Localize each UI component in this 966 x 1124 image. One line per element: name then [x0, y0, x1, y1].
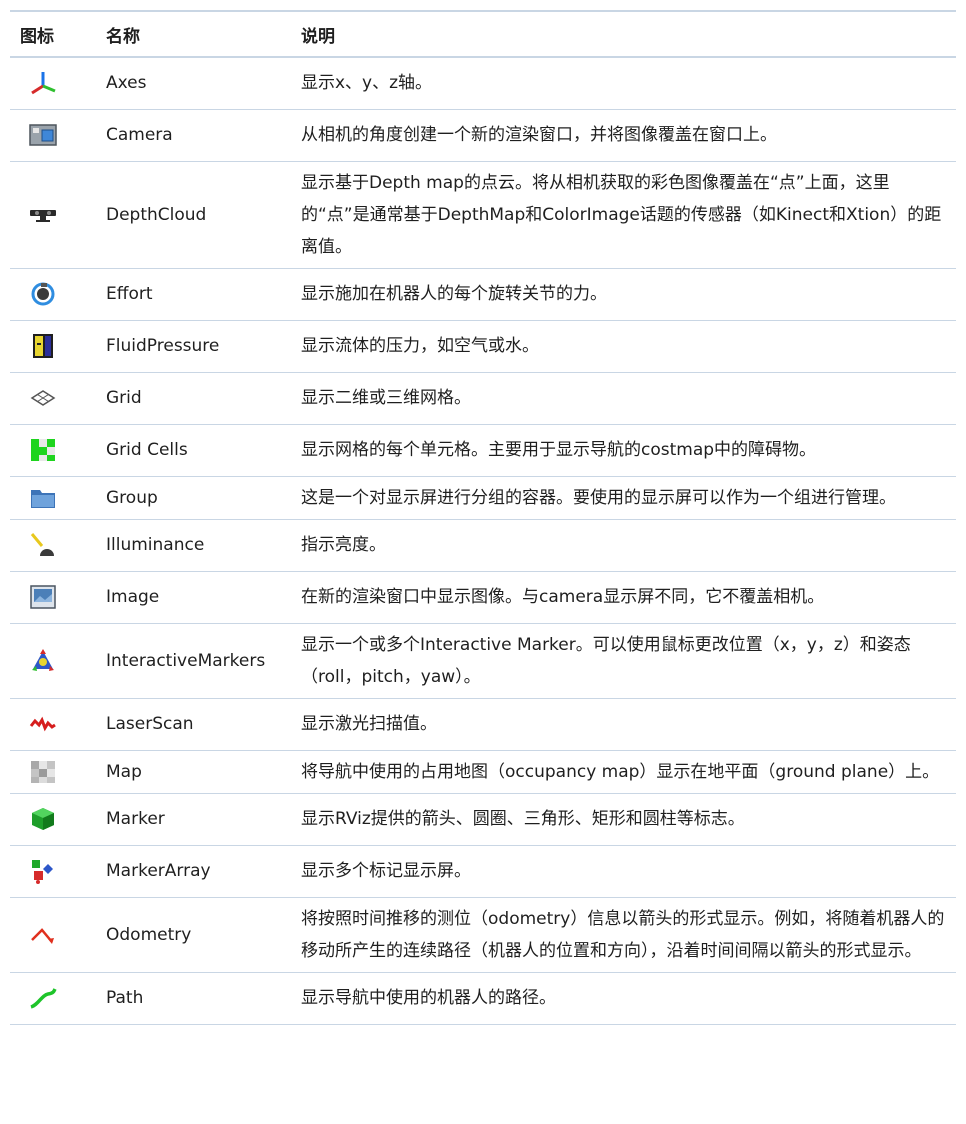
row-description: 显示施加在机器人的每个旋转关节的力。: [301, 284, 607, 304]
row-name: DepthCloud: [106, 204, 207, 225]
table-row: Map 将导航中使用的占用地图（occupancy map）显示在地平面（gro…: [10, 750, 956, 793]
row-name: Marker: [106, 809, 165, 829]
table-row: Illuminance 指示亮度。: [10, 519, 956, 571]
row-name: Grid Cells: [106, 440, 188, 460]
laserscan-icon: [29, 716, 56, 732]
map-icon: [31, 760, 55, 783]
row-description: 在新的渲染窗口中显示图像。与camera显示屏不同，它不覆盖相机。: [301, 587, 825, 607]
row-name: Effort: [106, 284, 153, 304]
row-name: Image: [106, 587, 160, 607]
row-description: 显示RViz提供的箭头、圆圈、三角形、矩形和圆柱等标志。: [301, 809, 745, 829]
row-description: 显示基于Depth map的点云。将从相机获取的彩色图像覆盖在“点”上面，这里的…: [301, 172, 942, 257]
row-name: Grid: [106, 388, 142, 408]
table-row: Marker 显示RViz提供的箭头、圆圈、三角形、矩形和圆柱等标志。: [10, 793, 956, 845]
row-name: FluidPressure: [106, 336, 220, 356]
table-row: DepthCloud 显示基于Depth map的点云。将从相机获取的彩色图像覆…: [10, 161, 956, 268]
fluidpressure-icon: [33, 334, 53, 358]
table-row: Effort 显示施加在机器人的每个旋转关节的力。: [10, 268, 956, 320]
row-description: 显示流体的压力，如空气或水。: [301, 336, 539, 356]
row-name: Odometry: [106, 924, 192, 945]
path-icon: [30, 988, 57, 1009]
row-description: 显示一个或多个Interactive Marker。可以使用鼠标更改位置（x，y…: [301, 634, 911, 687]
row-name: MarkerArray: [106, 861, 211, 881]
table-row: Path 显示导航中使用的机器人的路径。: [10, 972, 956, 1024]
table-header-row: 图标 名称 说明: [10, 11, 956, 57]
marker-cube-icon: [32, 808, 54, 830]
group-folder-icon: [31, 489, 55, 508]
image-icon: [30, 585, 56, 609]
header-description: 说明: [301, 26, 335, 47]
row-name: Camera: [106, 125, 173, 145]
row-name: LaserScan: [106, 714, 194, 734]
row-description: 将导航中使用的占用地图（occupancy map）显示在地平面（ground …: [301, 761, 940, 782]
row-name: Map: [106, 761, 142, 782]
header-name: 名称: [106, 26, 140, 47]
table-row: Odometry 将按照时间推移的测位（odometry）信息以箭头的形式显示。…: [10, 897, 956, 972]
table-row: Group 这是一个对显示屏进行分组的容器。要使用的显示屏可以作为一个组进行管理…: [10, 476, 956, 519]
table-row: Camera 从相机的角度创建一个新的渲染窗口，并将图像覆盖在窗口上。: [10, 109, 956, 161]
row-description: 显示二维或三维网格。: [301, 388, 471, 408]
axes-icon: [31, 72, 56, 95]
row-name: Path: [106, 988, 144, 1008]
row-description: 这是一个对显示屏进行分组的容器。要使用的显示屏可以作为一个组进行管理。: [301, 487, 896, 508]
odometry-icon: [31, 927, 54, 944]
table-row: InteractiveMarkers 显示一个或多个Interactive Ma…: [10, 623, 956, 698]
row-description: 显示网格的每个单元格。主要用于显示导航的costmap中的障碍物。: [301, 440, 817, 460]
row-description: 将按照时间推移的测位（odometry）信息以箭头的形式显示。例如，将随着机器人…: [301, 908, 945, 961]
illuminance-icon: [30, 533, 54, 556]
table-row: Image 在新的渲染窗口中显示图像。与camera显示屏不同，它不覆盖相机。: [10, 571, 956, 623]
camera-icon: [29, 124, 57, 146]
table-row: Grid 显示二维或三维网格。: [10, 372, 956, 424]
row-description: 指示亮度。: [301, 535, 386, 555]
row-description: 显示激光扫描值。: [301, 714, 437, 734]
row-name: Illuminance: [106, 535, 205, 555]
table-row: MarkerArray 显示多个标记显示屏。: [10, 845, 956, 897]
interactive-markers-icon: [32, 648, 54, 671]
table-row: LaserScan 显示激光扫描值。: [10, 698, 956, 750]
row-name: InteractiveMarkers: [106, 650, 266, 671]
effort-icon: [31, 282, 55, 306]
row-name: Group: [106, 487, 158, 508]
table-row: Axes 显示x、y、z轴。: [10, 57, 956, 109]
row-description: 显示多个标记显示屏。: [301, 861, 471, 881]
table-row: FluidPressure 显示流体的压力，如空气或水。: [10, 320, 956, 372]
grid-icon: [30, 390, 56, 406]
gridcells-icon: [31, 439, 55, 461]
row-description: 从相机的角度创建一个新的渲染窗口，并将图像覆盖在窗口上。: [301, 125, 777, 145]
row-description: 显示导航中使用的机器人的路径。: [301, 988, 556, 1008]
header-icon: 图标: [20, 26, 54, 47]
marker-array-icon: [32, 860, 53, 884]
depthcloud-icon: [30, 209, 56, 222]
rviz-display-types-table: 图标 名称 说明 Axes 显示x、y、z轴。 Camera 从相机的角度创建一…: [10, 10, 956, 1025]
row-description: 显示x、y、z轴。: [301, 73, 433, 94]
table-row: Grid Cells 显示网格的每个单元格。主要用于显示导航的costmap中的…: [10, 424, 956, 476]
row-name: Axes: [106, 73, 147, 94]
